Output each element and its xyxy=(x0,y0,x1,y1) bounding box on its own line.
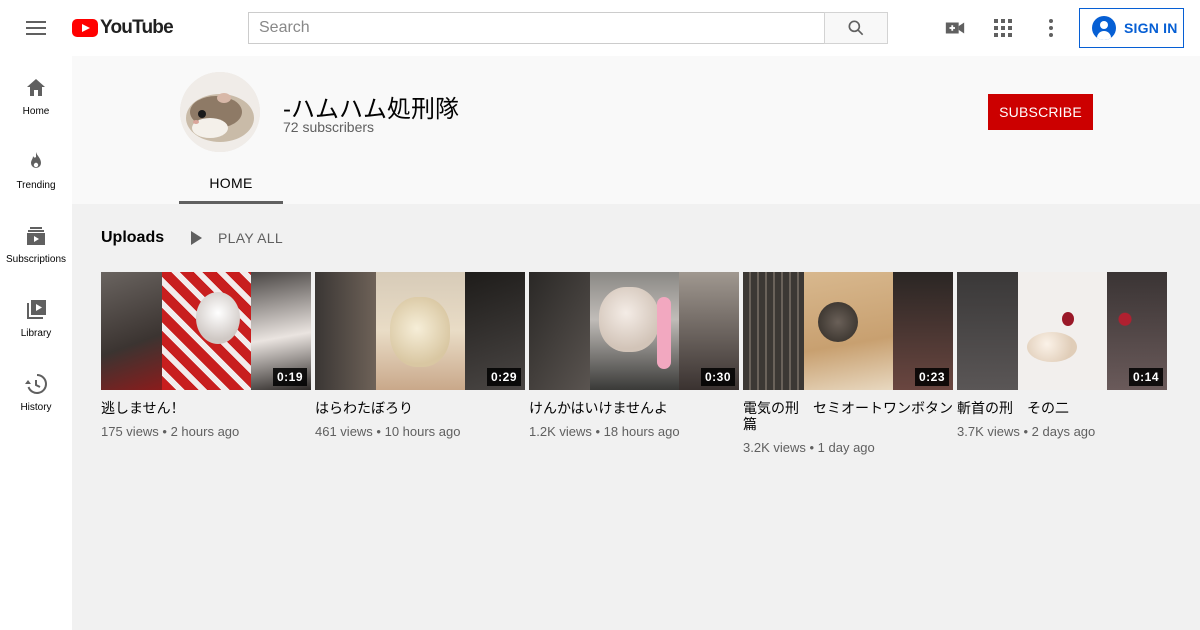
sign-in-button[interactable]: SIGN IN xyxy=(1079,8,1184,48)
sidebar-item-label: Trending xyxy=(16,180,56,191)
video-title[interactable]: けんかはいけませんよ xyxy=(529,400,739,416)
hamster-avatar-image xyxy=(180,72,260,152)
video-views: 3.2K views xyxy=(743,440,806,455)
search-bar xyxy=(248,12,888,44)
play-icon xyxy=(191,231,202,245)
logo-text: YouTube xyxy=(100,17,174,38)
video-age: 2 hours ago xyxy=(170,424,240,439)
tab-home[interactable]: HOME xyxy=(179,165,283,204)
video-age: 10 hours ago xyxy=(384,424,461,439)
sidebar-item-history[interactable]: History xyxy=(0,352,72,426)
sidebar-item-library[interactable]: Library xyxy=(0,278,72,352)
video-title[interactable]: 電気の刑 セミオートワンボタン篇 xyxy=(743,400,953,432)
search-icon xyxy=(848,20,864,36)
menu-icon[interactable] xyxy=(20,16,52,40)
video-thumbnail[interactable]: 0:14 xyxy=(957,272,1167,390)
sidebar-item-home[interactable]: Home xyxy=(0,56,72,130)
video-meta: 461 views • 10 hours ago xyxy=(315,424,461,439)
video-duration: 0:19 xyxy=(272,368,307,386)
library-icon xyxy=(27,300,46,319)
uploads-title[interactable]: Uploads xyxy=(101,229,164,247)
video-age: 2 days ago xyxy=(1031,424,1096,439)
search-input[interactable] xyxy=(248,12,824,44)
sidebar-item-label: History xyxy=(20,402,52,413)
fire-icon xyxy=(31,152,41,168)
channel-avatar[interactable] xyxy=(180,72,260,152)
video-card[interactable]: 0:19 逃しません！ 175 views • 2 hours ago xyxy=(101,272,311,439)
video-title[interactable]: はらわたぼろり xyxy=(315,400,525,416)
video-title[interactable]: 斬首の刑 その二 xyxy=(957,400,1167,416)
play-all-button[interactable]: PLAY ALL xyxy=(186,228,283,248)
video-card[interactable]: 0:23 電気の刑 セミオートワンボタン篇 3.2K views • 1 day… xyxy=(743,272,953,455)
youtube-play-icon xyxy=(72,19,98,37)
subscriptions-icon xyxy=(27,227,45,245)
video-card[interactable]: 0:30 けんかはいけませんよ 1.2K views • 18 hours ag… xyxy=(529,272,739,439)
sign-in-label: SIGN IN xyxy=(1124,20,1178,36)
subscriber-count: 72 subscribers xyxy=(283,119,375,135)
sidebar-item-label: Home xyxy=(22,106,50,117)
youtube-logo[interactable]: YouTube xyxy=(72,17,174,39)
search-button[interactable] xyxy=(824,12,888,44)
video-duration: 0:23 xyxy=(914,368,949,386)
video-duration: 0:29 xyxy=(486,368,521,386)
video-meta: 3.2K views • 1 day ago xyxy=(743,440,875,455)
sidebar-item-subscriptions[interactable]: Subscriptions xyxy=(0,204,72,278)
sidebar-item-label: Library xyxy=(20,328,52,339)
video-meta: 175 views • 2 hours ago xyxy=(101,424,240,439)
subscribe-button[interactable]: SUBSCRIBE xyxy=(988,94,1093,130)
video-views: 3.7K views xyxy=(957,424,1020,439)
video-duration: 0:14 xyxy=(1128,368,1163,386)
apps-grid-icon[interactable] xyxy=(991,16,1015,40)
video-meta: 1.2K views • 18 hours ago xyxy=(529,424,680,439)
video-card[interactable]: 0:14 斬首の刑 その二 3.7K views • 2 days ago xyxy=(957,272,1167,439)
home-icon xyxy=(27,79,45,96)
video-title[interactable]: 逃しません！ xyxy=(101,400,311,416)
video-thumbnail[interactable]: 0:29 xyxy=(315,272,525,390)
play-all-label: PLAY ALL xyxy=(218,230,283,246)
channel-header: -ハムハム処刑隊 72 subscribers SUBSCRIBE HOME xyxy=(72,56,1200,204)
sidebar: Home Trending Subscriptions Library Hist… xyxy=(0,56,72,630)
video-age: 1 day ago xyxy=(817,440,875,455)
video-views: 461 views xyxy=(315,424,373,439)
video-views: 175 views xyxy=(101,424,159,439)
video-age: 18 hours ago xyxy=(603,424,680,439)
video-card[interactable]: 0:29 はらわたぼろり 461 views • 10 hours ago xyxy=(315,272,525,439)
sidebar-item-label: Subscriptions xyxy=(5,254,67,265)
video-views: 1.2K views xyxy=(529,424,592,439)
video-thumbnail[interactable]: 0:23 xyxy=(743,272,953,390)
top-bar: YouTube SIGN IN xyxy=(0,0,1200,56)
account-circle-icon xyxy=(1092,16,1116,40)
video-thumbnail[interactable]: 0:19 xyxy=(101,272,311,390)
video-duration: 0:30 xyxy=(700,368,735,386)
create-video-icon[interactable] xyxy=(943,16,967,40)
history-icon xyxy=(25,374,47,394)
video-meta: 3.7K views • 2 days ago xyxy=(957,424,1096,439)
more-vert-icon[interactable] xyxy=(1039,16,1063,40)
sidebar-item-trending[interactable]: Trending xyxy=(0,130,72,204)
video-thumbnail[interactable]: 0:30 xyxy=(529,272,739,390)
